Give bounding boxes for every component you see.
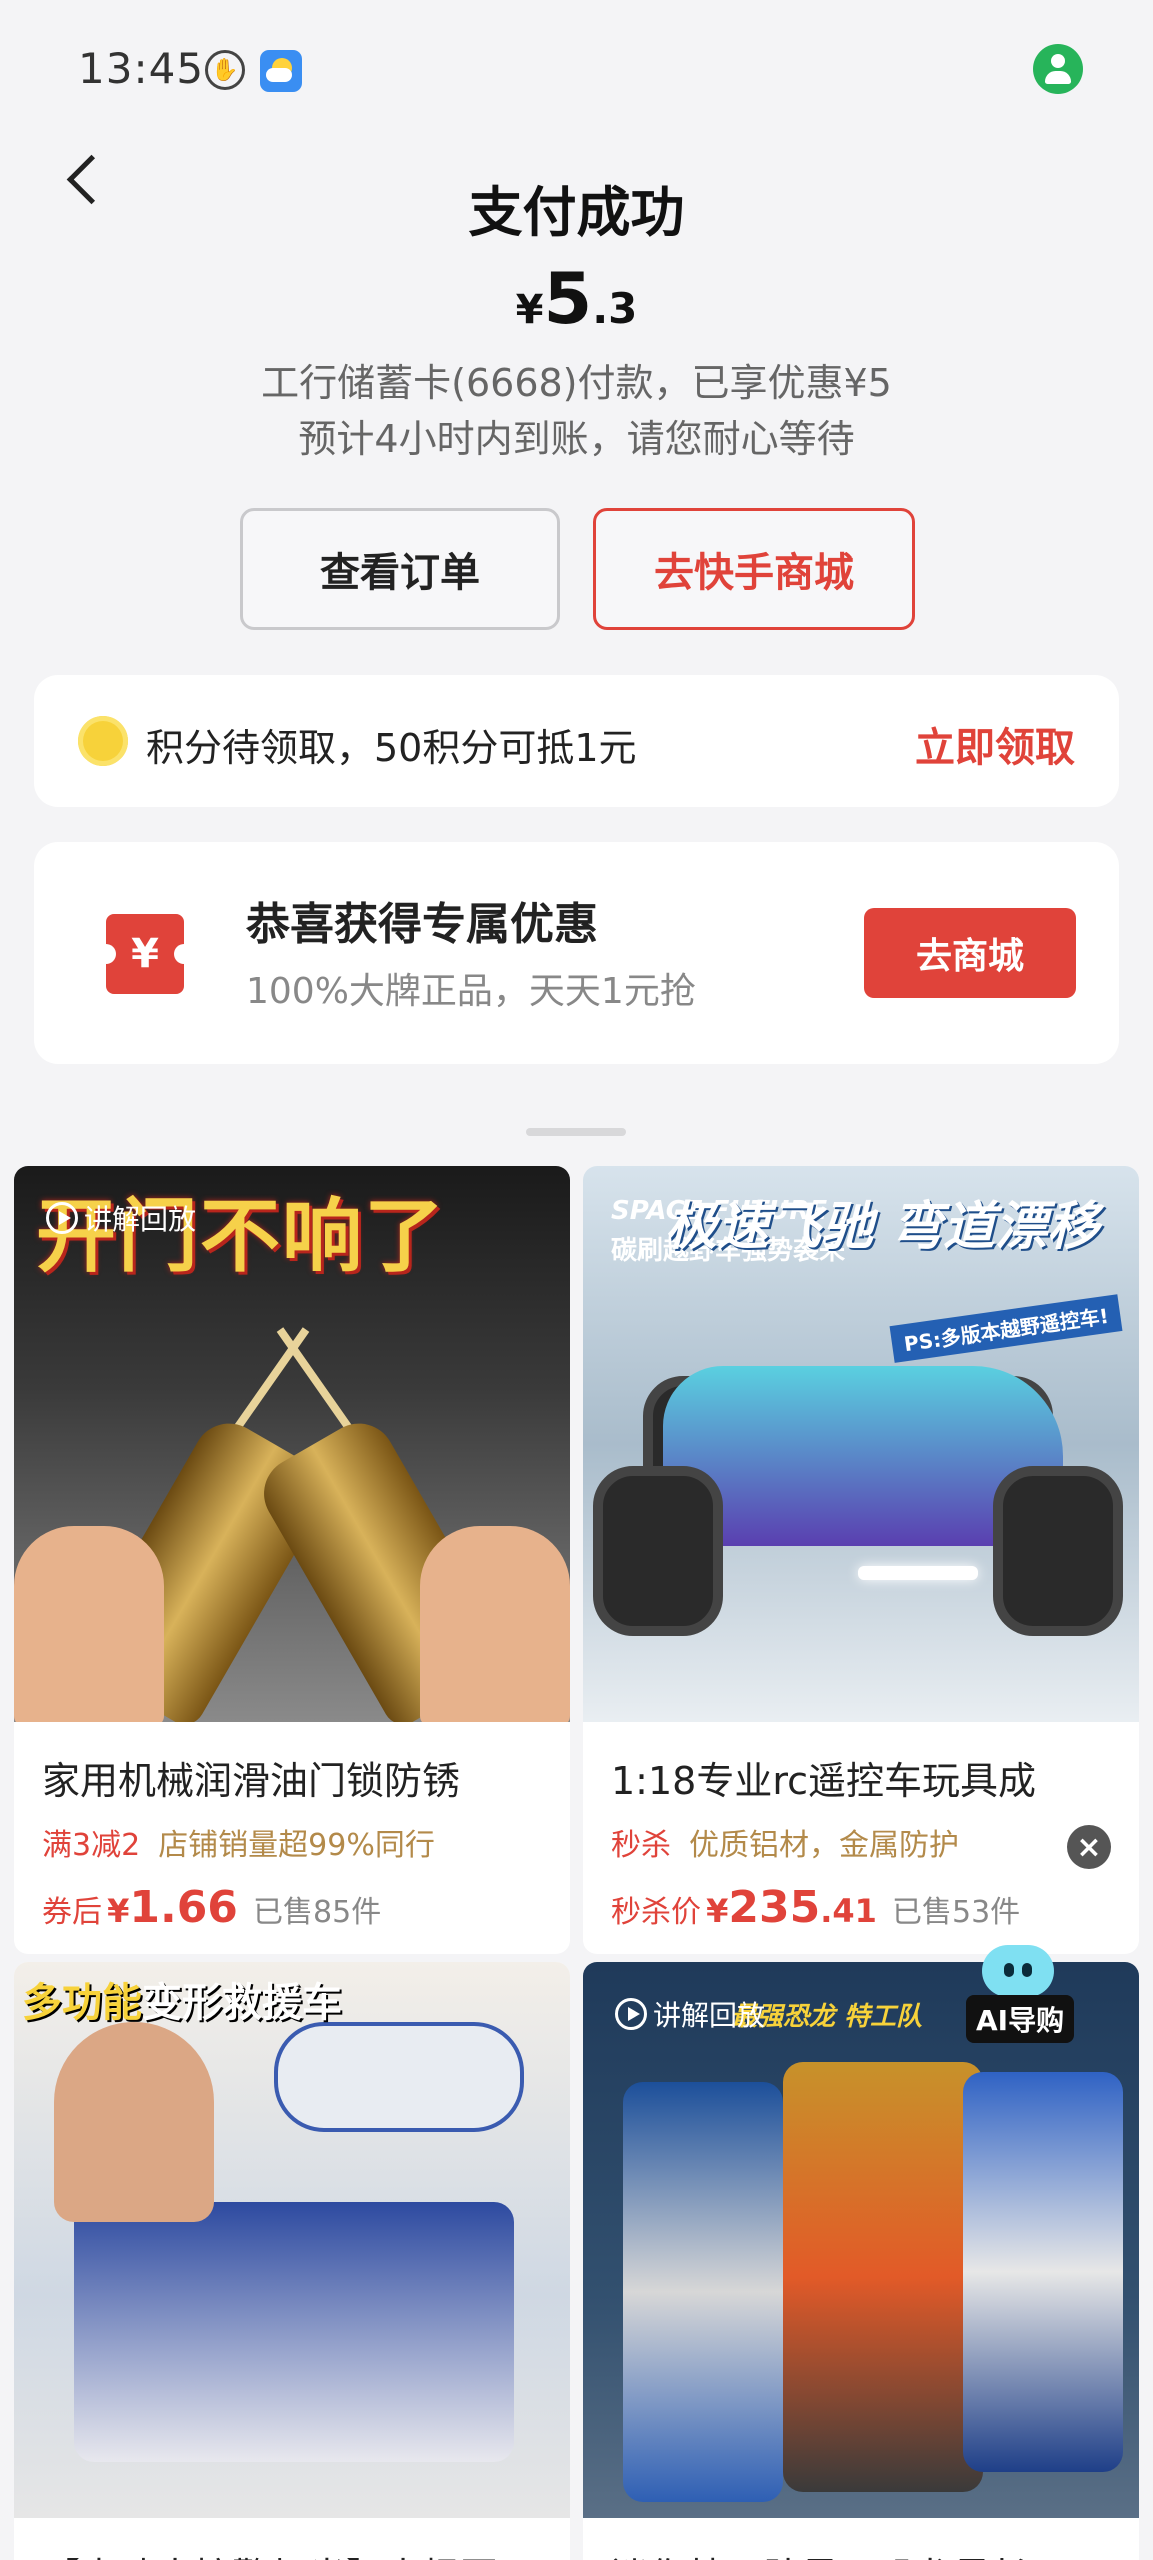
product-banner-slogan: 极速飞驰 弯道漂移 [664, 1197, 1099, 1257]
close-icon[interactable]: × [1067, 1825, 1111, 1869]
price-value: 1.66 [129, 1882, 238, 1933]
feature-tag: 店铺销量超99%同行 [158, 1828, 435, 1863]
ai-mascot-icon [982, 1945, 1054, 1997]
amount-decimal: .3 [592, 284, 638, 333]
product-title: 1:18专业rc遥控车玩具成 [611, 1759, 1037, 1803]
hand-image [14, 1526, 164, 1722]
page-title: 支付成功 [468, 181, 685, 244]
price-label: 秒杀价 [611, 1895, 701, 1930]
price-row: 秒杀价 ¥235.41 已售53件 [611, 1882, 1020, 1933]
payment-amount: ¥5.3 [0, 258, 1153, 340]
coin-icon [78, 716, 128, 766]
view-order-button[interactable]: 查看订单 [240, 508, 560, 630]
sold-count: 已售85件 [253, 1895, 382, 1930]
price-currency: ¥ [107, 1892, 130, 1930]
product-title: 迷你特工队最强恐龙最长 [611, 2546, 1121, 2560]
product-title: 【声晴大控警灯光】大根园 [42, 2546, 552, 2560]
feature-tag: 优质铝材，金属防护 [689, 1828, 959, 1863]
amount-integer: 5 [543, 258, 593, 340]
arrival-estimate-line: 预计4小时内到账，请您耐心等待 [298, 417, 855, 461]
price-value: 235 [728, 1882, 821, 1933]
child-image [54, 2022, 214, 2222]
price-decimal: .41 [820, 1892, 877, 1930]
coupon-title: 恭喜获得专属优惠 [246, 899, 598, 950]
play-icon [615, 1998, 647, 2030]
product-image: SPACE FUTURE 碳刷越野车强势袭来 极速飞驰 弯道漂移 PS:多版本越… [583, 1166, 1139, 1722]
coupon-ticket-icon: ¥ [96, 914, 194, 994]
product-title: 家用机械润滑油门锁防锈 [42, 1759, 461, 1803]
replay-tag: 讲解回放 [40, 1196, 206, 1240]
payment-info: 工行储蓄卡(6668)付款，已享优惠¥5 预计4小时内到账，请您耐心等待 [0, 355, 1153, 467]
product-image: 最强恐龙 特工队 讲解回放 [583, 1962, 1139, 2518]
payment-method-line: 工行储蓄卡(6668)付款，已享优惠¥5 [261, 361, 892, 405]
product-card[interactable]: SPACE FUTURE 碳刷越野车强势袭来 极速飞驰 弯道漂移 PS:多版本越… [583, 1166, 1139, 1954]
product-card[interactable]: 多功能变形救援车 【声晴大控警灯光】大根园 [14, 1962, 570, 2560]
go-shop-button[interactable]: 去商城 [864, 908, 1076, 998]
price-row: 券后 ¥1.66 已售85件 [42, 1882, 381, 1933]
product-image: 多功能变形救援车 [14, 1962, 570, 2518]
play-icon [46, 1202, 78, 1234]
ai-shopping-assistant[interactable]: AI导购 [958, 1945, 1078, 2043]
points-text: 积分待领取，50积分可抵1元 [146, 726, 637, 770]
ai-assistant-label: AI导购 [966, 1995, 1075, 2043]
coupon-subtitle: 100%大牌正品，天天1元抢 [246, 971, 696, 1012]
product-card[interactable]: 开门不响了 讲解回放 家用机械润滑油门锁防锈 满3减2 店铺销量超99%同行 券后… [14, 1166, 570, 1954]
product-card[interactable]: 最强恐龙 特工队 讲解回放 迷你特工队最强恐龙最长 [583, 1962, 1139, 2560]
replay-tag: 讲解回放 [609, 1992, 775, 2036]
sold-count: 已售53件 [892, 1895, 1021, 1930]
product-ps-tag: PS:多版本越野遥控车! [889, 1294, 1123, 1363]
product-tags: 秒杀 优质铝材，金属防护 [611, 1820, 959, 1864]
hand-notification-icon: ✋ [205, 50, 245, 90]
coupon-card: ¥ 恭喜获得专属优惠 100%大牌正品，天天1元抢 去商城 [34, 842, 1119, 1064]
drag-handle[interactable] [526, 1128, 626, 1136]
product-image: 开门不响了 讲解回放 [14, 1166, 570, 1722]
weather-icon [260, 50, 302, 92]
promo-tag: 满3减2 [42, 1828, 141, 1863]
hand-image [420, 1526, 570, 1722]
toy-plane-image [274, 2022, 524, 2132]
robot-toy-image [783, 2062, 983, 2492]
product-banner-text: 多功能变形救援车 [22, 1980, 342, 2026]
profile-icon[interactable] [1033, 44, 1083, 94]
status-time: 13:45 [78, 44, 205, 93]
go-mall-button[interactable]: 去快手商城 [593, 508, 915, 630]
rescue-truck-image [74, 2202, 514, 2462]
product-tags: 满3减2 店铺销量超99%同行 [42, 1820, 435, 1864]
price-label: 券后 [42, 1895, 102, 1930]
amount-currency: ¥ [515, 287, 544, 333]
promo-tag: 秒杀 [611, 1828, 671, 1863]
claim-points-link[interactable]: 立即领取 [915, 715, 1075, 773]
status-bar: 13:45 ✋ [0, 0, 1153, 140]
robot-toy-image [963, 2072, 1123, 2472]
points-card: 积分待领取，50积分可抵1元 立即领取 [34, 675, 1119, 807]
price-currency: ¥ [706, 1892, 729, 1930]
robot-toy-image [623, 2082, 783, 2502]
